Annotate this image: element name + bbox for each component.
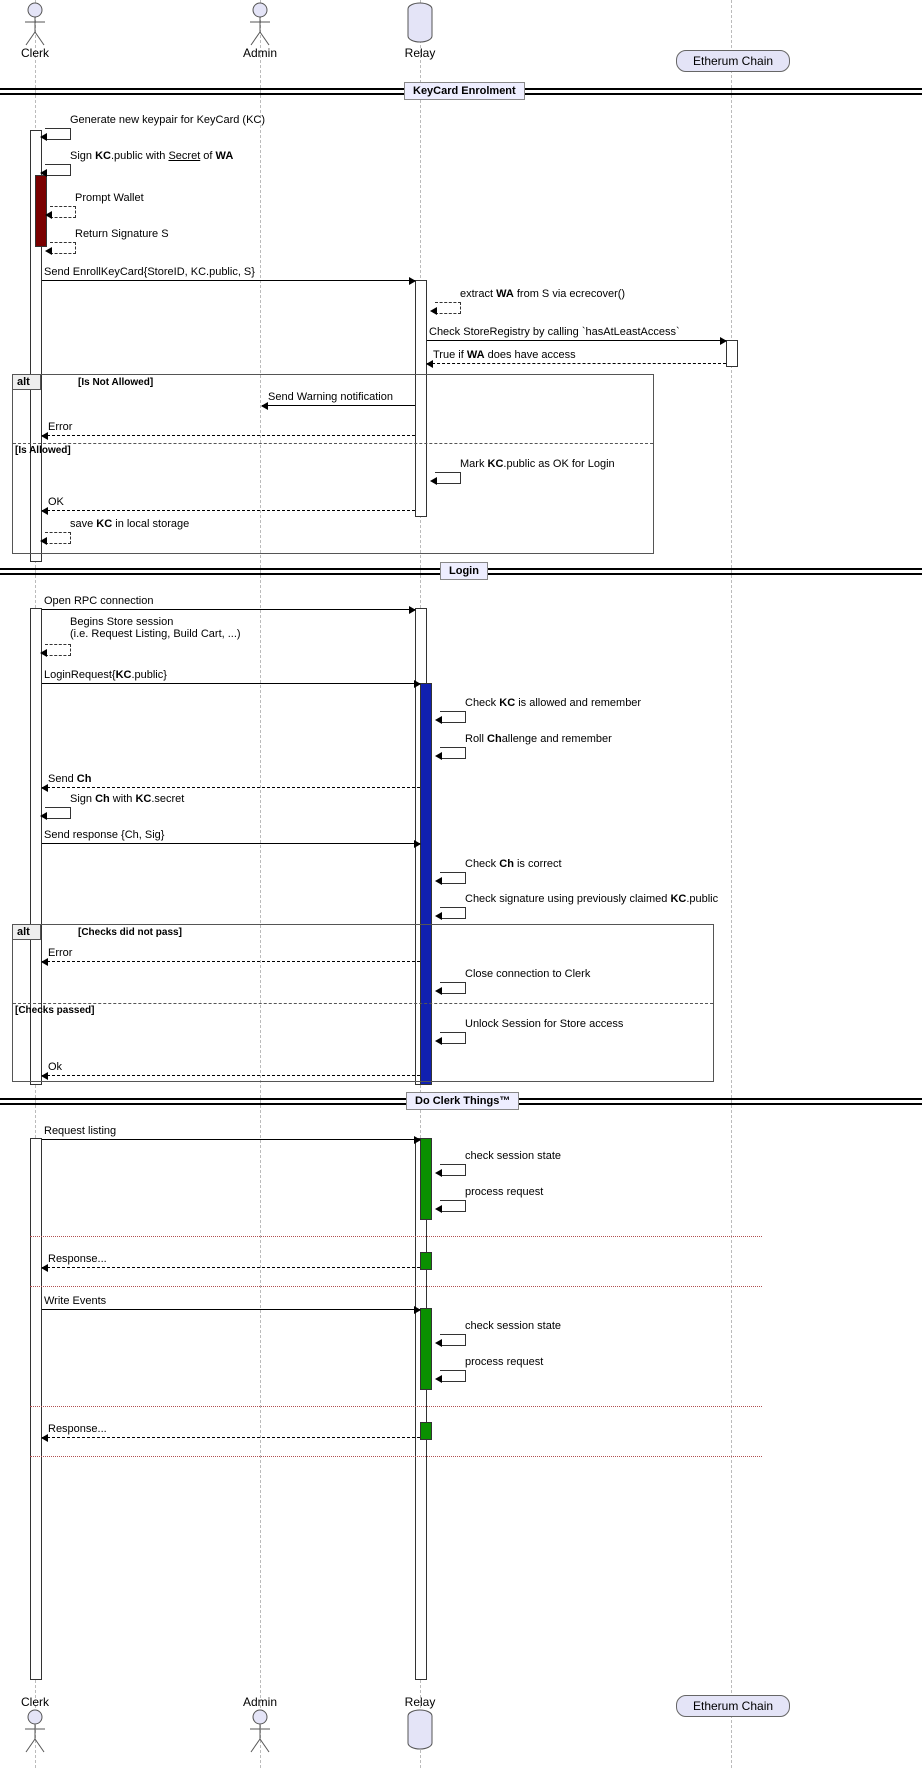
actor-relay-label: Relay	[405, 46, 436, 60]
msg-login-error: Error	[42, 946, 420, 962]
stick-figure-icon	[23, 2, 47, 46]
msg-sign-ch: Sign Ch with KC.secret	[70, 793, 184, 805]
msg-ok-enrol: OK	[42, 495, 415, 511]
msg-warn: Send Warning notification	[262, 390, 415, 406]
msg-check-session-1: check session state	[465, 1150, 561, 1162]
msg-check-registry: Check StoreRegistry by calling `hasAtLea…	[427, 325, 726, 341]
database-icon	[406, 2, 434, 46]
msg-write-events: Write Events	[42, 1294, 420, 1310]
actor-chain-bottom: Etherum Chain	[676, 1695, 790, 1717]
section-enrolment: KeyCard Enrolment	[404, 82, 525, 100]
msg-true-if: True if WA does have access	[427, 348, 726, 364]
msg-save-kc: save KC in local storage	[70, 518, 189, 530]
msg-return-sig: Return Signature S	[75, 228, 169, 240]
msg-open-rpc: Open RPC connection	[42, 594, 415, 610]
actor-relay-bottom: Relay	[395, 1695, 445, 1753]
msg-close-conn: Close connection to Clerk	[465, 968, 590, 980]
msg-prompt-wallet: Prompt Wallet	[75, 192, 144, 204]
msg-mark-ok: Mark KC.public as OK for Login	[460, 458, 615, 470]
msg-response-2: Response...	[42, 1422, 420, 1438]
msg-error-enrol: Error	[42, 420, 415, 436]
msg-send-resp: Send response {Ch, Sig}	[42, 828, 420, 844]
actor-admin: Admin	[235, 2, 285, 60]
msg-begins: Begins Store session(i.e. Request Listin…	[70, 616, 241, 640]
msg-check-session-2: check session state	[465, 1320, 561, 1332]
actor-clerk: Clerk	[10, 2, 60, 60]
actor-admin-bottom: Admin	[235, 1695, 285, 1753]
msg-check-kc: Check KC is allowed and remember	[465, 697, 641, 709]
msg-check-ch: Check Ch is correct	[465, 858, 562, 870]
msg-proc-req-1: process request	[465, 1186, 543, 1198]
msg-extract-wa: extract WA from S via ecrecover()	[460, 288, 625, 300]
actor-clerk-label: Clerk	[21, 46, 49, 60]
actor-admin-label: Admin	[243, 46, 277, 60]
msg-unlock: Unlock Session for Store access	[465, 1018, 623, 1030]
stick-figure-icon	[248, 2, 272, 46]
msg-check-sig: Check signature using previously claimed…	[465, 893, 718, 905]
section-things: Do Clerk Things™	[406, 1092, 519, 1110]
actor-chain: Etherum Chain	[676, 50, 790, 72]
msg-proc-req-2: process request	[465, 1356, 543, 1368]
msg-login-ok: Ok	[42, 1060, 420, 1076]
msg-sign-public: Sign KC.public with Secret of WA	[70, 150, 233, 162]
msg-send-ch: Send Ch	[42, 772, 420, 788]
actor-clerk-bottom: Clerk	[10, 1695, 60, 1753]
msg-req-listing: Request listing	[42, 1124, 420, 1140]
actor-relay: Relay	[395, 2, 445, 60]
section-login: Login	[440, 562, 488, 580]
msg-roll-ch: Roll Challenge and remember	[465, 733, 612, 745]
msg-gen-keypair: Generate new keypair for KeyCard (KC)	[70, 114, 265, 126]
msg-send-enroll: Send EnrollKeyCard{StoreID, KC.public, S…	[42, 265, 415, 281]
msg-response-1: Response...	[42, 1252, 420, 1268]
msg-login-req: LoginRequest{KC.public}	[42, 668, 420, 684]
